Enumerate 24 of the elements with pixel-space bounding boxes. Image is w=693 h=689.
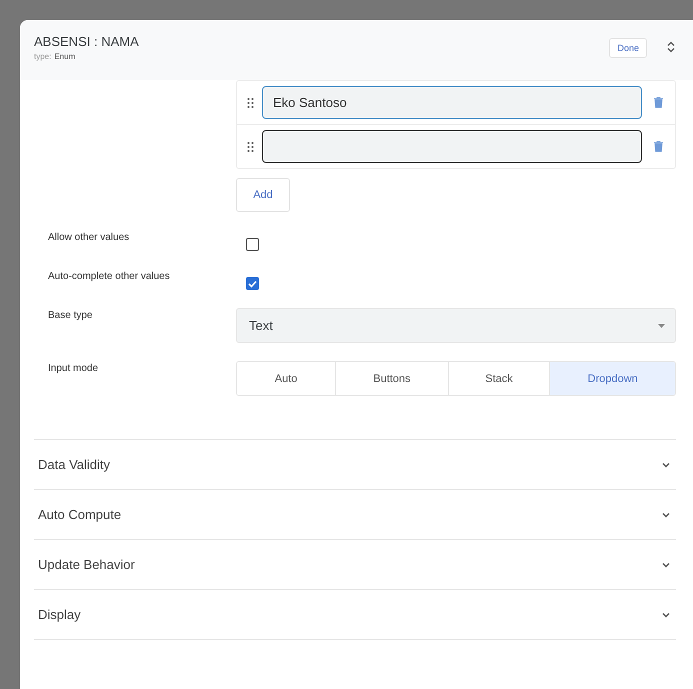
setting-label: Input mode (47, 362, 100, 376)
section-header[interactable]: Data Validity (34, 439, 676, 489)
dialog-title: ABSENSI : NAMA (34, 34, 140, 49)
expand-collapse-icon[interactable] (667, 41, 675, 53)
checkbox[interactable] (246, 238, 259, 251)
setting-label: Auto-complete other values (47, 270, 171, 284)
value-field[interactable]: Eko Santoso (262, 86, 642, 119)
section-header[interactable]: Auto Compute (34, 489, 676, 539)
drag-handle-icon[interactable] (247, 98, 254, 108)
section-header[interactable]: Display (34, 589, 676, 639)
dropdown-arrow-icon (658, 324, 665, 328)
base-type-select[interactable]: Text (236, 308, 676, 343)
checkbox[interactable] (246, 277, 259, 290)
type-value: Enum (54, 52, 76, 61)
drag-handle-icon[interactable] (247, 142, 254, 152)
setting-label: Allow other values (47, 231, 130, 245)
done-button[interactable]: Done (609, 38, 647, 58)
value-field[interactable] (262, 130, 642, 163)
trash-icon[interactable] (654, 97, 663, 108)
section-header[interactable]: Update Behavior (34, 539, 676, 589)
add-button[interactable]: Add (236, 178, 290, 212)
type-label: type: (34, 52, 52, 61)
trash-icon[interactable] (654, 141, 663, 152)
setting-label: Base type (47, 309, 94, 323)
